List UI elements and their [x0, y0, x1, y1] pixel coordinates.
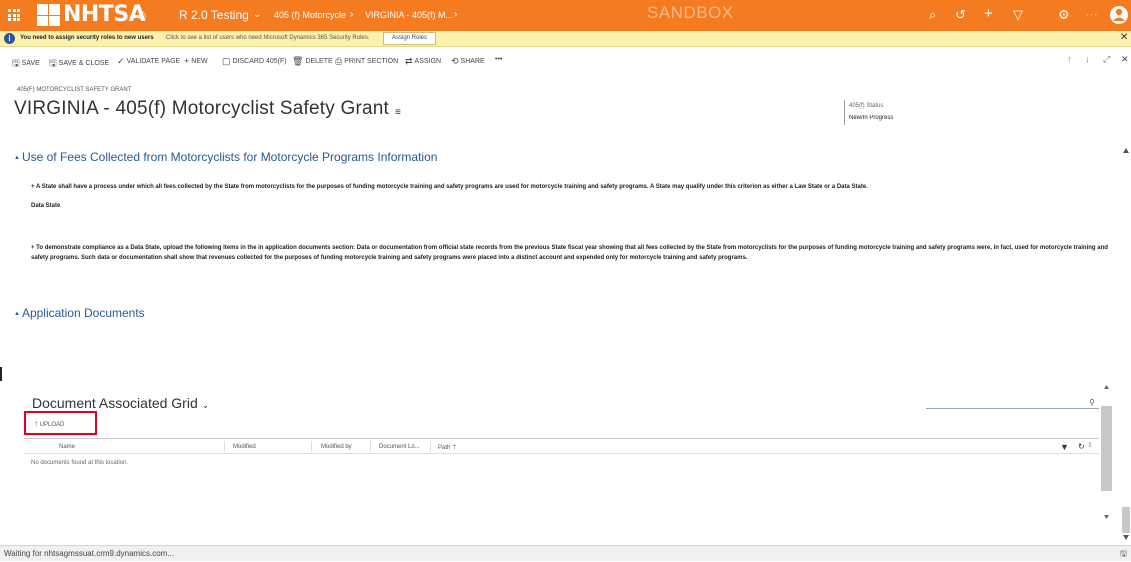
column-modified-by[interactable]: Modified by	[321, 444, 352, 450]
save-icon: 🖫	[12, 58, 20, 68]
upload-arrow-icon: ↑	[34, 419, 38, 428]
top-nav-bar: NHTSA ⌂ R 2.0 Testing ⌄ 405 (f) Motorcyc…	[0, 0, 1131, 31]
validate-icon: ✓	[117, 56, 125, 66]
print-icon: ⎙	[335, 56, 343, 66]
upload-button[interactable]: ↑ UPLOAD	[34, 419, 64, 428]
nhtsa-logo-icon	[37, 4, 61, 26]
entity-type-label: 405(F) MOTORCYCLIST SAFETY GRANT	[17, 87, 132, 93]
column-modified[interactable]: Modified	[233, 444, 256, 450]
logo-text: NHTSA	[63, 2, 146, 27]
collapse-triangle-icon[interactable]: ▲	[14, 311, 20, 317]
breadcrumb-record[interactable]: VIRGINIA - 405(f) M...	[365, 10, 453, 20]
fees-paragraph-1: + A State shall have a process under whi…	[31, 184, 868, 190]
status-value: New/In Progress	[849, 115, 894, 121]
new-button[interactable]: + NEW	[184, 56, 208, 66]
close-icon[interactable]: ✕	[1120, 32, 1128, 43]
column-path[interactable]: Path ⇡	[438, 444, 457, 451]
ellipsis-icon[interactable]: ⋯	[1085, 7, 1098, 23]
search-icon[interactable]: ⌕	[929, 7, 936, 23]
home-icon[interactable]: ⌂	[138, 6, 146, 22]
fees-section-header[interactable]: ▲ Use of Fees Collected from Motorcyclist…	[14, 150, 437, 164]
focus-marker	[0, 367, 2, 381]
user-avatar-icon[interactable]	[1109, 4, 1129, 26]
collapse-triangle-icon[interactable]: ▲	[14, 155, 20, 161]
filter-icon[interactable]: ▽	[1013, 7, 1023, 23]
scroll-arrows-icon[interactable]: ⇕	[1087, 441, 1093, 449]
discard-button[interactable]: ▢ DISCARD 405(F)	[222, 56, 287, 67]
grid-search-input[interactable]	[926, 397, 1099, 409]
history-icon[interactable]: ↺	[955, 7, 966, 23]
info-icon: i	[4, 33, 15, 44]
more-commands-button[interactable]: •••	[495, 56, 502, 63]
save-close-icon: 🖫	[49, 58, 57, 68]
notification-bar: i You need to assign security roles to n…	[0, 31, 1131, 47]
save-status-icon[interactable]: 🖫	[1120, 548, 1127, 562]
save-close-button[interactable]: 🖫 SAVE & CLOSE	[49, 56, 109, 72]
data-state-label: Data State	[31, 203, 61, 209]
status-label: 405(f) Status	[849, 103, 884, 109]
column-separator	[224, 441, 225, 452]
plus-icon[interactable]: +	[984, 5, 993, 22]
column-separator	[311, 441, 312, 452]
filter-icon[interactable]: ▼	[1060, 442, 1069, 452]
command-bar: 🖫 SAVE 🖫 SAVE & CLOSE ✓ VALIDATE PAGE + NEW …	[0, 50, 1131, 70]
chevron-right-icon[interactable]: ›	[454, 9, 457, 20]
trash-icon: 🗑	[292, 56, 304, 66]
column-separator	[370, 441, 371, 452]
share-button[interactable]: ⟲ SHARE	[451, 56, 485, 67]
app-launcher-icon[interactable]	[8, 9, 20, 21]
form-scrollbar[interactable]	[1121, 145, 1131, 545]
chevron-right-icon: ›	[350, 9, 354, 20]
grid-empty-message: No documents found at this location.	[31, 460, 129, 466]
browser-status-bar: Waiting for nhtsagmssuat.crm9.dynamics.c…	[0, 545, 1131, 561]
share-icon: ⟲	[451, 56, 459, 66]
column-separator	[430, 441, 431, 452]
column-document-location[interactable]: Document Lo...	[379, 444, 420, 450]
grid-scrollbar[interactable]	[1101, 383, 1112, 523]
chevron-down-icon[interactable]: ⌄	[202, 400, 210, 410]
grid-header: Name Modified Modified by Document Lo...…	[24, 438, 1099, 454]
plus-icon: +	[184, 56, 190, 66]
assign-icon: ⇄	[405, 56, 413, 66]
column-name[interactable]: Name	[59, 444, 75, 450]
divider	[844, 100, 845, 125]
refresh-icon[interactable]: ↻	[1078, 442, 1085, 451]
app-name[interactable]: R 2.0 Testing	[179, 8, 249, 22]
form-selector-icon[interactable]: ≡	[395, 107, 401, 118]
expand-icon[interactable]: ⤢	[1103, 54, 1110, 65]
arrow-up-icon[interactable]: ↑	[1067, 54, 1072, 64]
notification-message: You need to assign security roles to new…	[20, 35, 154, 41]
notification-detail[interactable]: Click to see a list of users who need Mi…	[166, 35, 369, 41]
page-title: VIRGINIA - 405(f) Motorcyclist Safety Gr…	[14, 98, 389, 119]
chevron-down-icon[interactable]: ⌄	[253, 9, 261, 20]
discard-icon: ▢	[222, 56, 231, 66]
delete-button[interactable]: 🗑 DELETE	[292, 56, 333, 67]
assign-button[interactable]: ⇄ ASSIGN	[405, 56, 441, 67]
gear-icon[interactable]: ⚙	[1058, 7, 1070, 23]
breadcrumb-area[interactable]: 405 (f) Motorcycle	[274, 10, 346, 20]
search-icon[interactable]: ⚲	[1089, 398, 1095, 407]
close-icon[interactable]: ✕	[1121, 54, 1129, 65]
documents-section-header[interactable]: ▲ Application Documents	[14, 306, 145, 320]
arrow-down-icon[interactable]: ↓	[1085, 54, 1090, 64]
status-text: Waiting for nhtsagmssuat.crm9.dynamics.c…	[4, 549, 174, 558]
environment-label: SANDBOX	[647, 3, 734, 22]
fees-paragraph-2: + To demonstrate compliance as a Data St…	[31, 245, 1108, 261]
validate-page-button[interactable]: ✓ VALIDATE PAGE	[117, 56, 180, 67]
sort-ascending-icon: ⇡	[452, 445, 458, 451]
assign-roles-button[interactable]: Assign Roles	[383, 32, 437, 45]
print-section-button[interactable]: ⎙ PRINT SECTION	[335, 56, 398, 67]
grid-title[interactable]: Document Associated Grid ⌄	[32, 395, 209, 411]
save-button[interactable]: 🖫 SAVE	[12, 56, 40, 72]
